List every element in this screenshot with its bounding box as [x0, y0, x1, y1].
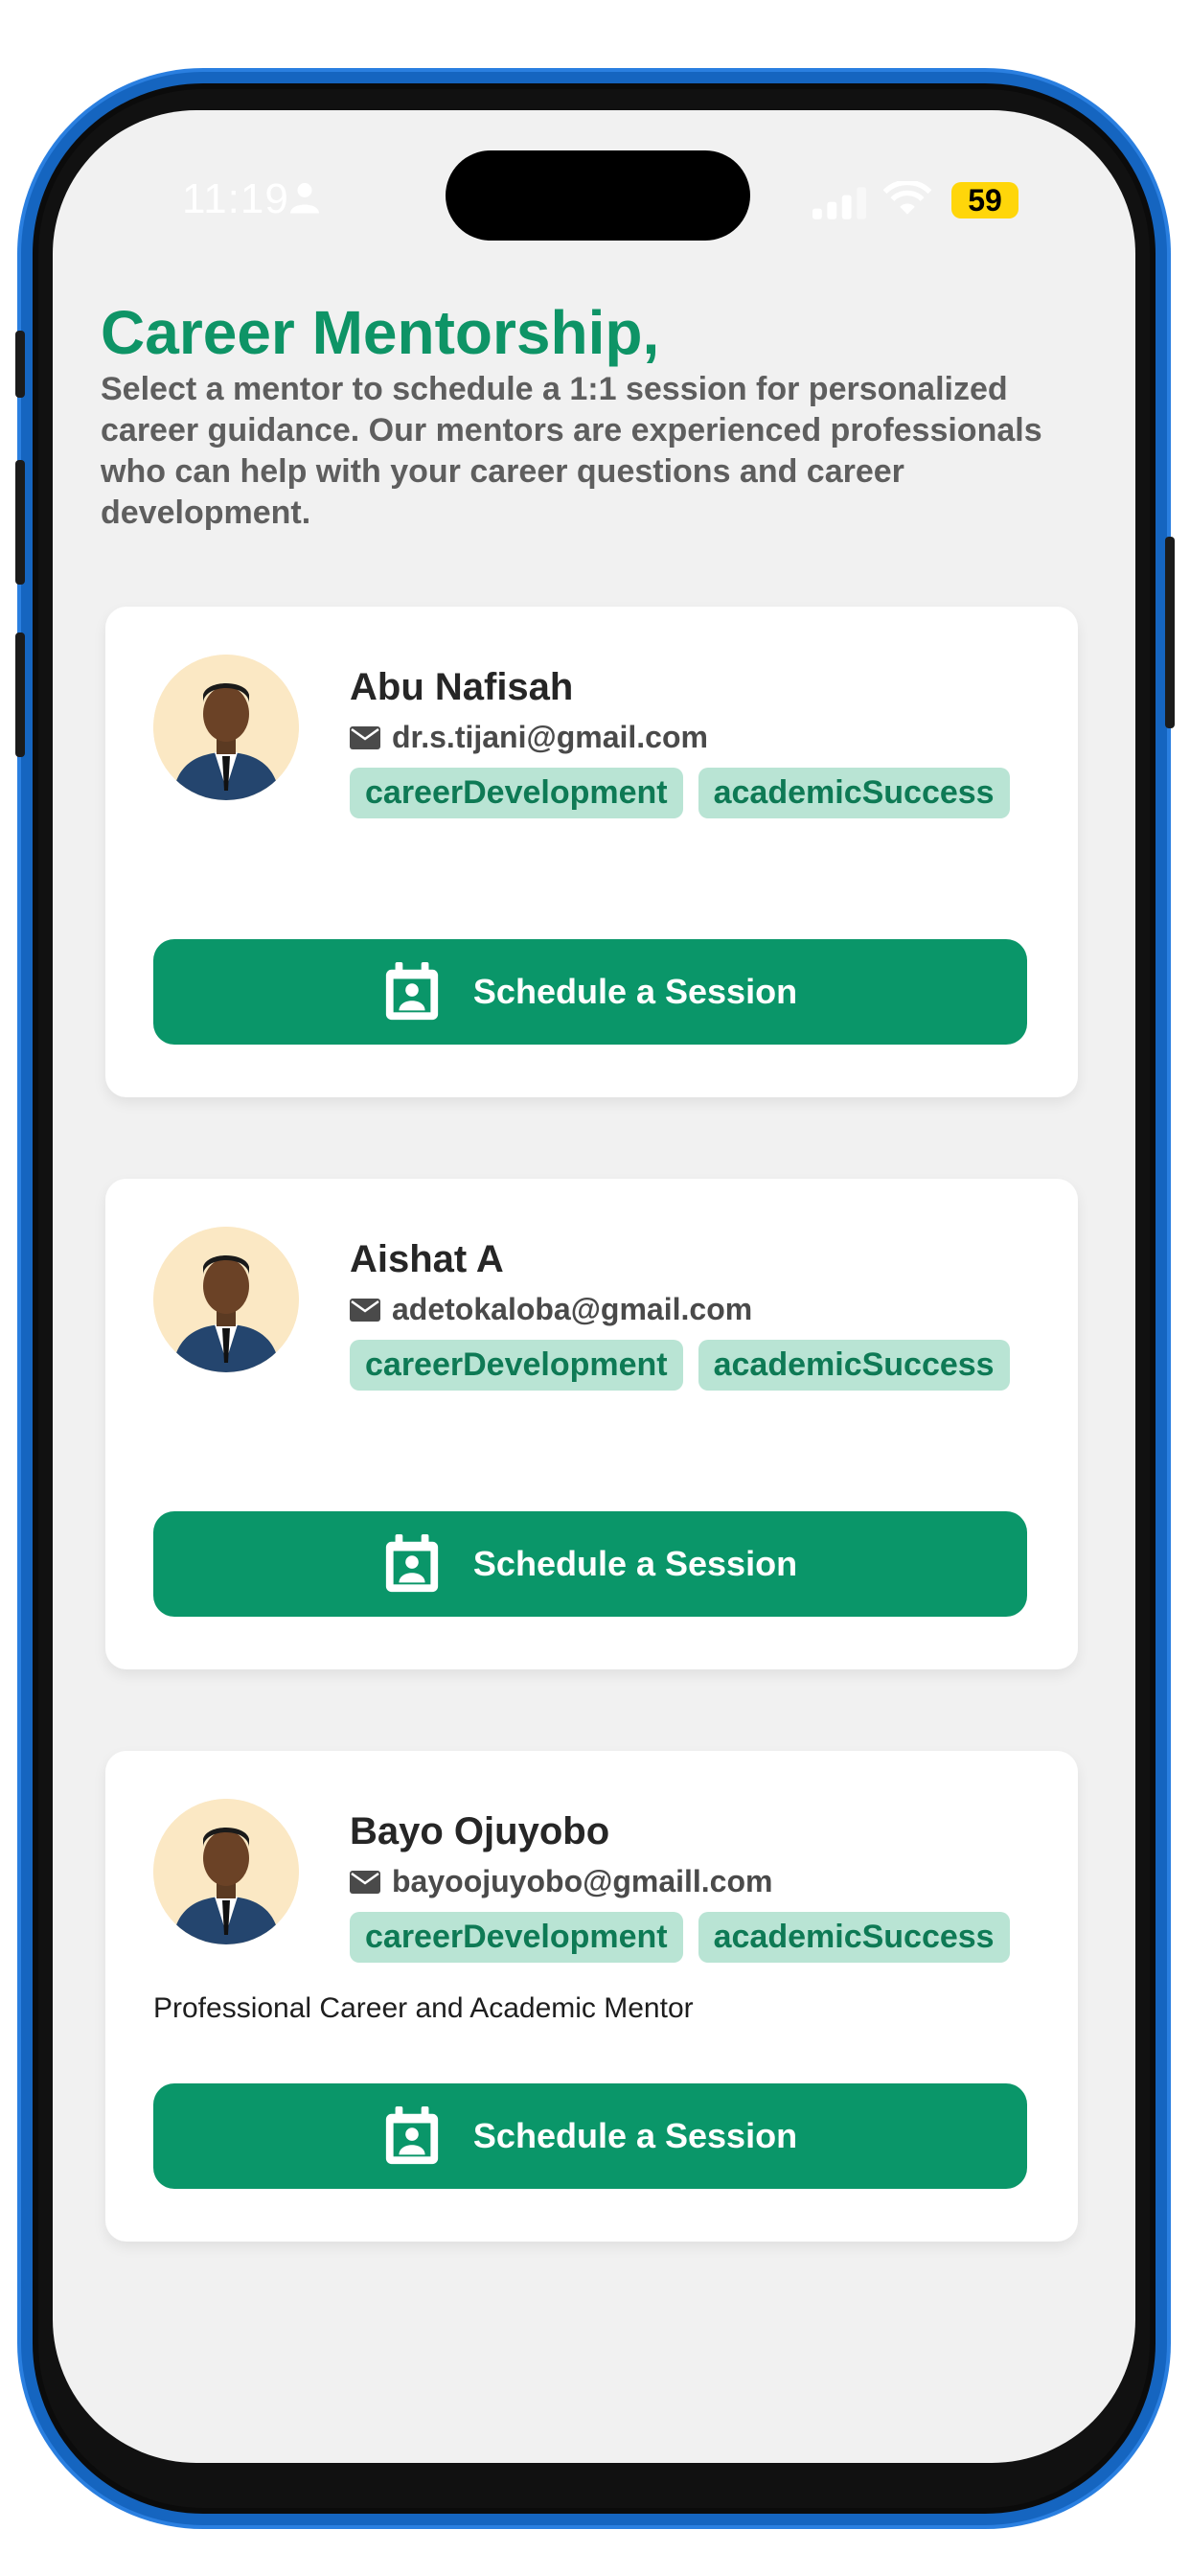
- avatar: [153, 655, 299, 800]
- calendar-person-icon: [385, 1534, 439, 1593]
- wifi-icon: [883, 181, 931, 215]
- dynamic-island: [446, 150, 750, 241]
- action-button: [15, 331, 25, 398]
- avatar: [153, 1227, 299, 1372]
- tag-list: careerDevelopment academicSuccess: [350, 768, 1010, 818]
- battery-level: 59: [968, 182, 1002, 218]
- tag-chip: academicSuccess: [698, 768, 1010, 818]
- email-row: adetokaloba@gmail.com: [350, 1292, 752, 1327]
- volume-up-button: [15, 460, 25, 585]
- email-row: dr.s.tijani@gmail.com: [350, 720, 708, 755]
- battery-indicator: 59: [951, 182, 1018, 218]
- mentor-name: Aishat A: [350, 1238, 504, 1280]
- volume-down-button: [15, 632, 25, 757]
- mentor-description: Professional Career and Academic Mentor: [153, 1992, 694, 2024]
- calendar-person-icon: [385, 962, 439, 1021]
- person-icon: [290, 183, 319, 214]
- mentor-card: Abu Nafisah dr.s.tijani@gmail.com career…: [105, 607, 1078, 1097]
- screen: 11:19 59 Career Mentorship, Select a men…: [53, 110, 1135, 2463]
- mentor-card: Aishat A adetokaloba@gmail.com careerDev…: [105, 1179, 1078, 1669]
- tag-chip: careerDevelopment: [350, 768, 683, 818]
- button-label: Schedule a Session: [472, 1544, 798, 1583]
- schedule-session-button[interactable]: Schedule a Session: [153, 1511, 1027, 1617]
- schedule-session-button[interactable]: Schedule a Session: [153, 939, 1027, 1045]
- mentor-card: Bayo Ojuyobo bayoojuyobo@gmaill.com care…: [105, 1751, 1078, 2242]
- button-label: Schedule a Session: [472, 2116, 798, 2155]
- schedule-session-button[interactable]: Schedule a Session: [153, 2083, 1027, 2189]
- mentor-email: bayoojuyobo@gmaill.com: [392, 1864, 773, 1898]
- mail-icon: [350, 725, 380, 749]
- tag-chip: careerDevelopment: [350, 1340, 683, 1391]
- power-button: [1165, 537, 1175, 728]
- status-time: 11:19: [182, 175, 289, 222]
- tag-chip: academicSuccess: [698, 1912, 1010, 1963]
- status-bar: 11:19 59: [53, 110, 1135, 244]
- tag-chip: careerDevelopment: [350, 1912, 683, 1963]
- mentor-email: dr.s.tijani@gmail.com: [392, 720, 708, 754]
- email-row: bayoojuyobo@gmaill.com: [350, 1864, 772, 1899]
- mail-icon: [350, 1298, 380, 1322]
- tag-list: careerDevelopment academicSuccess: [350, 1340, 1010, 1391]
- mentor-name: Bayo Ojuyobo: [350, 1810, 610, 1852]
- mail-icon: [350, 1870, 380, 1894]
- tag-list: careerDevelopment academicSuccess: [350, 1912, 1010, 1963]
- calendar-person-icon: [385, 2106, 439, 2165]
- page-title: Career Mentorship,: [101, 298, 660, 367]
- mentor-name: Abu Nafisah: [350, 666, 574, 708]
- page-subtitle: Select a mentor to schedule a 1:1 sessio…: [101, 371, 1042, 531]
- avatar: [153, 1799, 299, 1944]
- button-label: Schedule a Session: [472, 972, 798, 1011]
- mentor-email: adetokaloba@gmail.com: [392, 1292, 753, 1326]
- tag-chip: academicSuccess: [698, 1340, 1010, 1391]
- signal-icon: [812, 187, 866, 219]
